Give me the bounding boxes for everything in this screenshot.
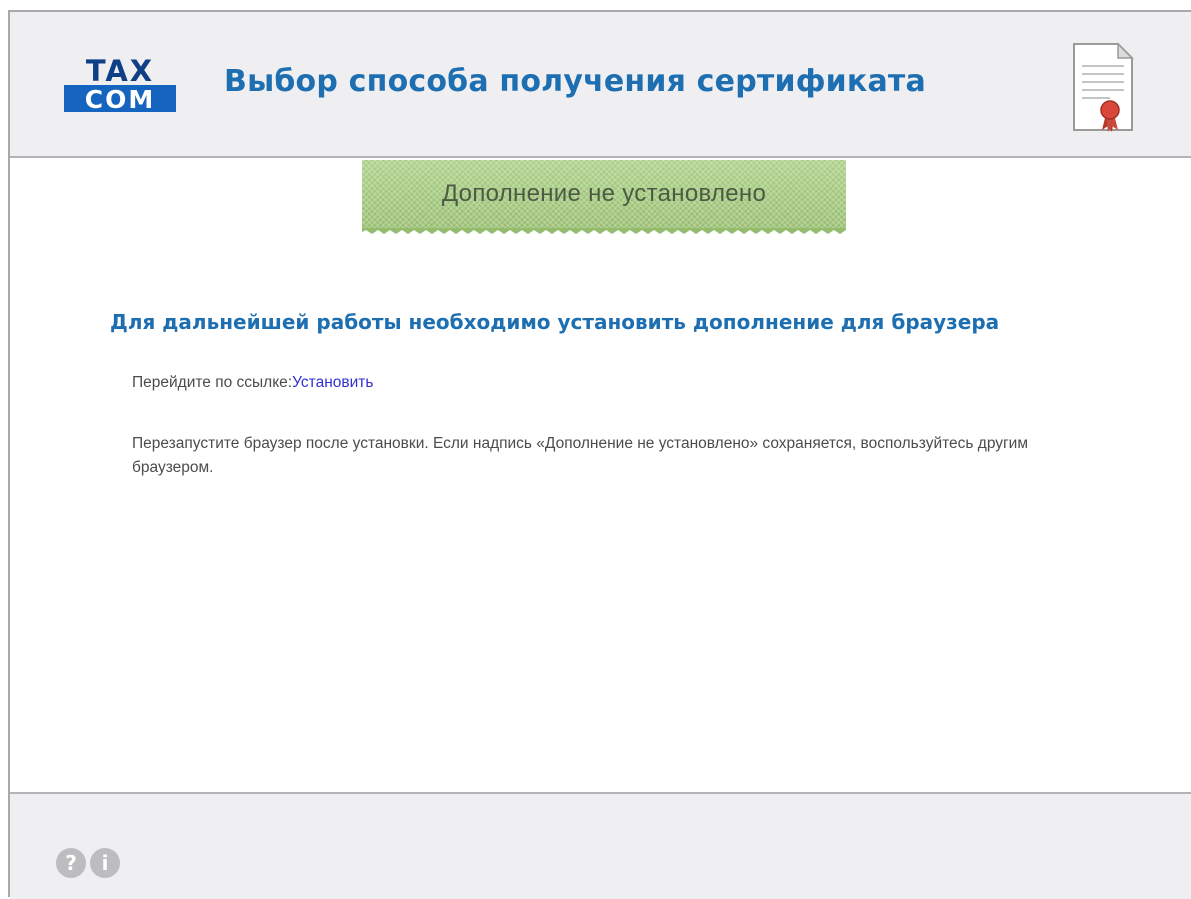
certificate-method-window: TAX COM Выбор способа получения сертифик… bbox=[8, 10, 1191, 899]
footer-bar: ? i bbox=[10, 792, 1191, 899]
addon-status-banner: Дополнение не установлено bbox=[362, 160, 846, 228]
restart-instruction: Перезапустите браузер после установки. Е… bbox=[132, 435, 1028, 476]
help-icon[interactable]: ? bbox=[56, 848, 86, 878]
page-title: Выбор способа получения сертификата bbox=[224, 64, 926, 99]
addon-required-heading: Для дальнейшей работы необходимо установ… bbox=[110, 310, 1000, 334]
install-prompt-text: Перейдите по ссылке: bbox=[132, 374, 293, 391]
taxcom-logo: TAX COM bbox=[64, 56, 176, 112]
install-instruction: Перейдите по ссылке:Установить bbox=[132, 374, 373, 392]
install-link[interactable]: Установить bbox=[292, 374, 373, 391]
banner-zigzag-edge bbox=[362, 228, 846, 234]
logo-text-bottom: COM bbox=[85, 85, 155, 112]
header-bar: TAX COM Выбор способа получения сертифик… bbox=[10, 12, 1191, 158]
logo-text-top: TAX bbox=[86, 56, 154, 88]
info-icon[interactable]: i bbox=[90, 848, 120, 878]
certificate-document-icon bbox=[1073, 42, 1134, 132]
addon-status-text: Дополнение не установлено bbox=[441, 180, 767, 207]
